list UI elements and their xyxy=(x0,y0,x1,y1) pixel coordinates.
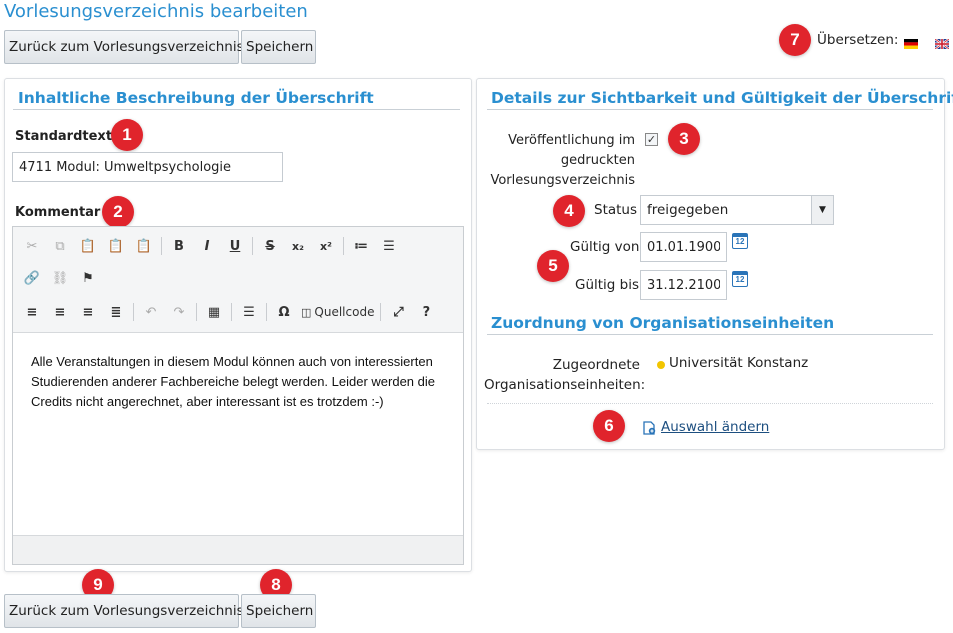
paste-word-icon[interactable]: 📋 xyxy=(133,235,155,257)
numbered-list-icon[interactable]: ≔ xyxy=(350,235,372,257)
title-divider xyxy=(13,109,460,110)
status-label: Status xyxy=(594,202,638,218)
link-icon[interactable]: 🔗 xyxy=(21,267,43,289)
org-value: Universität Konstanz xyxy=(669,355,809,371)
horizontal-line-icon[interactable]: ☰ xyxy=(238,301,260,323)
change-selection-link[interactable]: Auswahl ändern xyxy=(661,419,769,435)
calendar-icon[interactable]: 12 xyxy=(732,233,748,249)
editor-toolbar: ✂ ⧉ 📋 📋 📋 B I U S x₂ x² ≔ ☰ 🔗 ⛓ ⚑ ≡ ≡ ≡ … xyxy=(13,227,463,333)
source-code-label: Quellcode xyxy=(314,305,375,319)
title-divider xyxy=(487,109,933,110)
kommentar-label: Kommentar xyxy=(15,205,101,220)
standardtext-label: Standardtext xyxy=(15,129,113,144)
anchor-flag-icon[interactable]: ⚑ xyxy=(77,267,99,289)
valid-to-label: Gültig bis xyxy=(575,277,640,293)
chevron-down-icon[interactable]: ▼ xyxy=(811,196,833,224)
marker-badge-4: 4 xyxy=(553,195,585,227)
uk-flag-icon[interactable] xyxy=(934,34,950,50)
table-icon[interactable]: ▦ xyxy=(203,301,225,323)
maximize-icon[interactable]: ⤢ xyxy=(387,301,409,323)
subscript-icon[interactable]: x₂ xyxy=(287,235,309,257)
editor-content[interactable]: Alle Veranstaltungen in diesem Modul kön… xyxy=(13,334,463,535)
marker-badge-1: 1 xyxy=(111,119,143,151)
unlink-icon[interactable]: ⛓ xyxy=(49,267,71,289)
status-value: freigegeben xyxy=(647,202,729,218)
valid-from-input[interactable] xyxy=(640,232,727,262)
back-to-catalog-button-bottom[interactable]: Zurück zum Vorlesungsverzeichnis xyxy=(4,594,244,628)
org-assignment-title: Zuordnung von Organisationseinheiten xyxy=(491,314,835,332)
back-to-catalog-button[interactable]: Zurück zum Vorlesungsverzeichnis xyxy=(4,30,244,64)
page-title: Vorlesungsverzeichnis bearbeiten xyxy=(4,1,308,22)
marker-badge-5: 5 xyxy=(537,250,569,282)
calendar-icon[interactable]: 12 xyxy=(732,271,748,287)
valid-to-input[interactable] xyxy=(640,270,727,300)
save-button[interactable]: Speichern xyxy=(241,30,316,64)
title-divider xyxy=(487,334,933,335)
status-select[interactable]: freigegeben ▼ xyxy=(640,195,834,225)
align-justify-icon[interactable]: ≣ xyxy=(105,301,127,323)
org-divider xyxy=(487,403,933,404)
publish-label: Veröffentlichung im gedruckten Vorlesung… xyxy=(490,133,635,188)
align-left-icon[interactable]: ≡ xyxy=(21,301,43,323)
marker-badge-6: 6 xyxy=(593,410,625,442)
visibility-details-title: Details zur Sichtbarkeit und Gültigkeit … xyxy=(491,89,953,107)
standardtext-input[interactable] xyxy=(12,152,283,182)
german-flag-icon[interactable] xyxy=(904,34,918,49)
valid-from-label: Gültig von xyxy=(570,239,640,255)
marker-badge-3: 3 xyxy=(668,123,700,155)
italic-icon[interactable]: I xyxy=(196,235,218,257)
undo-icon[interactable]: ↶ xyxy=(140,301,162,323)
source-code-icon: ◫ xyxy=(301,305,312,319)
editor-status-bar xyxy=(13,535,463,564)
align-center-icon[interactable]: ≡ xyxy=(49,301,71,323)
special-char-icon[interactable]: Ω xyxy=(273,301,295,323)
change-selection-icon[interactable] xyxy=(642,420,656,435)
bold-icon[interactable]: B xyxy=(168,235,190,257)
marker-badge-2: 2 xyxy=(102,196,134,228)
paste-icon[interactable]: 📋 xyxy=(77,235,99,257)
superscript-icon[interactable]: x² xyxy=(315,235,337,257)
publish-checkbox[interactable]: ✓ xyxy=(645,133,658,146)
strikethrough-icon[interactable]: S xyxy=(259,235,281,257)
save-button-bottom[interactable]: Speichern xyxy=(241,594,316,628)
redo-icon[interactable]: ↷ xyxy=(168,301,190,323)
source-code-button[interactable]: ◫ Quellcode xyxy=(301,301,374,323)
bullet-list-icon[interactable]: ☰ xyxy=(378,235,400,257)
translate-label: Übersetzen: xyxy=(817,32,899,48)
content-description-title: Inhaltliche Beschreibung der Überschrift xyxy=(18,89,374,107)
underline-icon[interactable]: U xyxy=(224,235,246,257)
cut-icon[interactable]: ✂ xyxy=(21,235,43,257)
org-status-dot xyxy=(657,361,665,369)
copy-icon[interactable]: ⧉ xyxy=(49,235,71,257)
paste-text-icon[interactable]: 📋 xyxy=(105,235,127,257)
help-icon[interactable]: ? xyxy=(415,301,437,323)
marker-badge-7: 7 xyxy=(779,24,811,56)
align-right-icon[interactable]: ≡ xyxy=(77,301,99,323)
org-label: Zugeordnete Organisationseinheiten: xyxy=(484,357,646,393)
